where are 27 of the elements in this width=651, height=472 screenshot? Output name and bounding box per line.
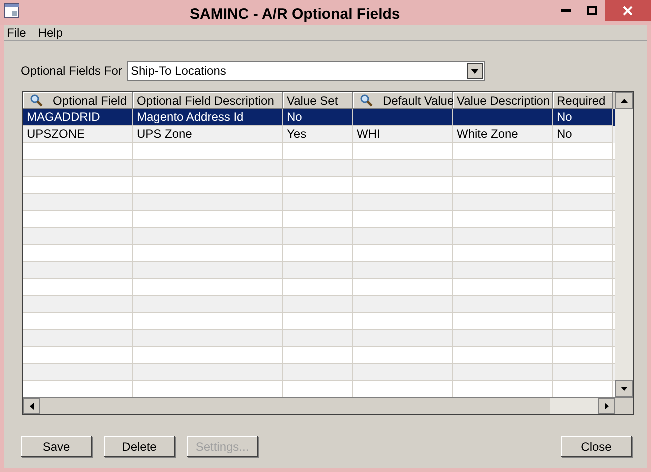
column-header[interactable]: Default Value <box>353 92 453 109</box>
table-cell-text: UPSZONE <box>27 126 86 143</box>
table-cell-text: Magento Address Id <box>137 109 244 126</box>
table-row[interactable]: UPSZONE UPS Zone Yes WHI White Zone No <box>23 126 615 143</box>
table-cell-text: UPS Zone <box>137 126 192 143</box>
table-row[interactable]: MAGADDRID Magento Address Id No No <box>23 109 615 126</box>
dropdown-value: Ship-To Locations <box>131 63 226 80</box>
menu-item[interactable]: Help <box>38 24 64 42</box>
window-title: SAMINC - A/R Optional Fields <box>190 5 400 25</box>
table-cell-text: WHI <box>357 126 380 143</box>
column-header[interactable]: Optional Field Description <box>133 92 283 109</box>
column-header[interactable]: Value Description <box>453 92 553 109</box>
column-header[interactable]: Value Set <box>283 92 353 109</box>
optional-fields-for-dropdown[interactable]: Ship-To Locations <box>127 61 485 81</box>
table-cell-text: No <box>557 109 572 126</box>
table-cell-text: MAGADDRID <box>27 109 100 126</box>
table-cell-text: Yes <box>287 126 307 143</box>
action-button[interactable]: Save <box>21 436 92 457</box>
menu-item[interactable]: File <box>7 24 26 42</box>
table-cell-text: White Zone <box>457 126 518 143</box>
table-cell-text: No <box>557 126 572 143</box>
action-button[interactable]: Delete <box>104 436 175 457</box>
field-label: Optional Fields For <box>21 63 124 80</box>
column-header[interactable]: Optional Field <box>23 92 133 109</box>
column-header[interactable]: Required <box>553 92 613 109</box>
action-button[interactable]: Close <box>561 436 632 457</box>
table-cell-text: No <box>287 109 302 126</box>
